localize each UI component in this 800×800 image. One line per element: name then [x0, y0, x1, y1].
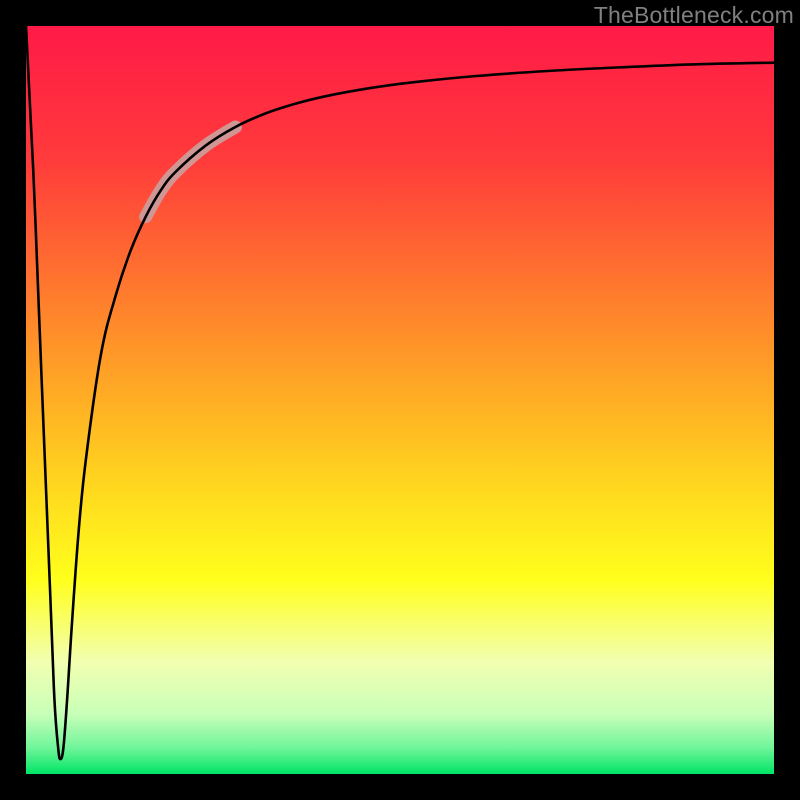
plot-area	[26, 26, 774, 774]
bottleneck-curve	[26, 26, 774, 759]
chart-frame: TheBottleneck.com	[0, 0, 800, 800]
curve-layer	[26, 26, 774, 774]
curve-highlight	[146, 127, 236, 217]
watermark-text: TheBottleneck.com	[594, 2, 794, 29]
